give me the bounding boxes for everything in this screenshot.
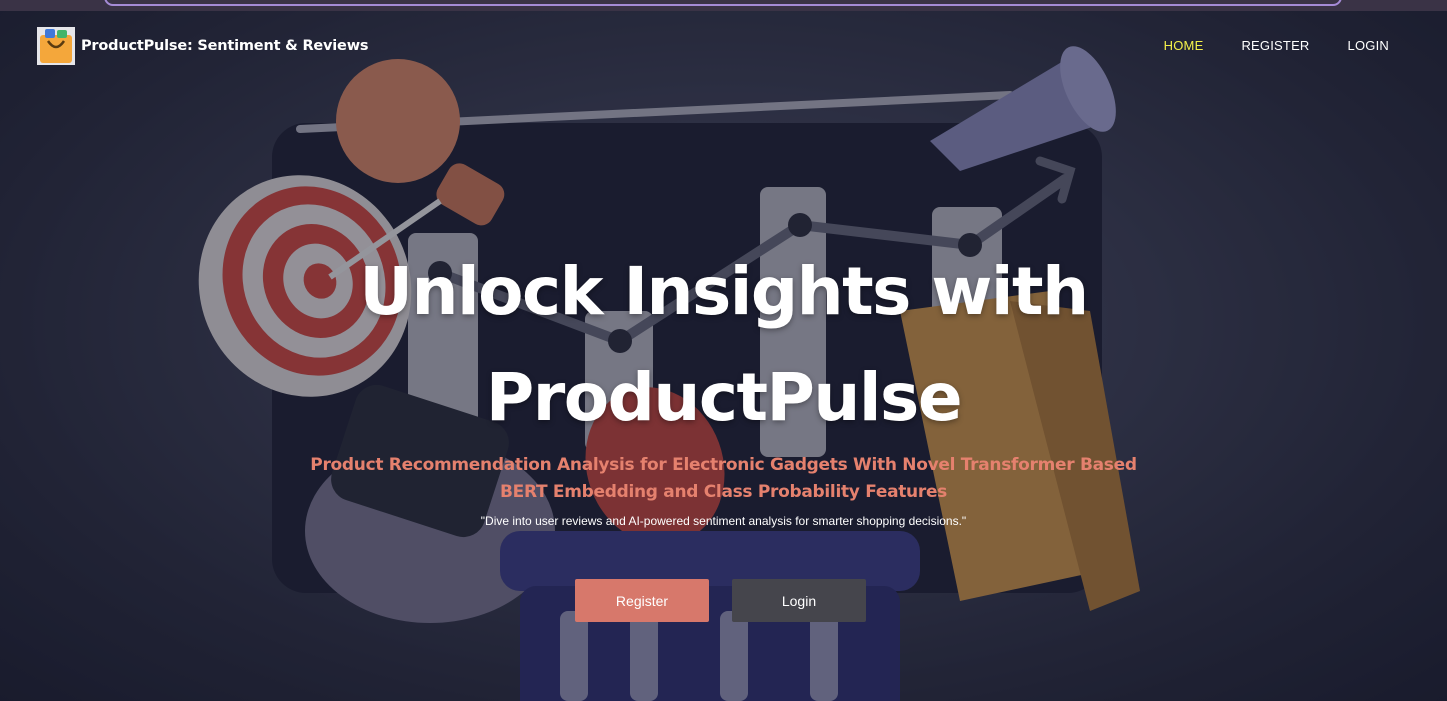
brand[interactable]: ProductPulse: Sentiment & Reviews: [37, 26, 369, 66]
hero-tagline: "Dive into user reviews and AI-powered s…: [480, 514, 967, 528]
top-nav: HOME REGISTER LOGIN: [1164, 38, 1389, 53]
login-button[interactable]: Login: [732, 579, 866, 622]
headline-line-2: ProductPulse: [485, 359, 963, 436]
nav-home-link[interactable]: HOME: [1164, 38, 1204, 53]
subtitle-line-1: Product Recommendation Analysis for Elec…: [310, 455, 1137, 475]
subtitle-line-2: BERT Embedding and Class Probability Fea…: [499, 482, 947, 502]
register-button[interactable]: Register: [575, 579, 709, 622]
shopping-bag-logo-icon: [37, 27, 75, 65]
nav-register-link[interactable]: REGISTER: [1241, 38, 1309, 53]
address-bar-edge[interactable]: [104, 0, 1342, 6]
headline-line-1: Unlock Insights with: [359, 253, 1089, 330]
hero-section: ProductPulse: Sentiment & Reviews HOME R…: [0, 11, 1447, 701]
nav-login-link[interactable]: LOGIN: [1348, 38, 1389, 53]
hero-headline: Unlock Insights with ProductPulse: [0, 239, 1447, 451]
browser-top-strip: [0, 0, 1447, 11]
brand-name: ProductPulse: Sentiment & Reviews: [81, 38, 369, 54]
hero-subtitle: Product Recommendation Analysis for Elec…: [0, 452, 1447, 506]
